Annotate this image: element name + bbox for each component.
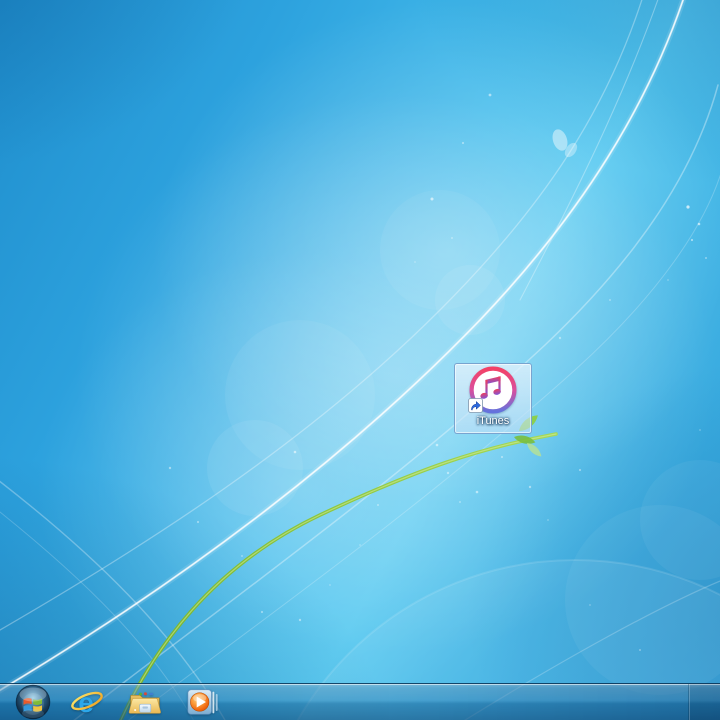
taskbar-item-internet-explorer[interactable]: e xyxy=(70,686,104,718)
desktop-icon-label: iTunes xyxy=(476,415,510,427)
taskbar: e xyxy=(0,683,720,720)
desktop-icon-itunes[interactable]: iTunes xyxy=(454,363,532,434)
system-tray-region[interactable] xyxy=(689,684,720,720)
start-button[interactable] xyxy=(12,684,54,720)
internet-explorer-icon: e xyxy=(71,687,103,718)
windows-logo-icon xyxy=(15,684,51,720)
shortcut-arrow-icon xyxy=(468,398,483,413)
wallpaper xyxy=(0,0,720,720)
windows-media-player-icon xyxy=(187,689,218,715)
taskbar-item-windows-media-player[interactable] xyxy=(186,686,220,718)
taskbar-pinned-items: e xyxy=(70,684,220,720)
taskbar-item-windows-explorer[interactable] xyxy=(128,686,162,718)
windows-explorer-icon xyxy=(128,692,161,714)
desktop-surface[interactable]: iTunes e xyxy=(0,0,720,720)
svg-text:e: e xyxy=(78,687,94,718)
